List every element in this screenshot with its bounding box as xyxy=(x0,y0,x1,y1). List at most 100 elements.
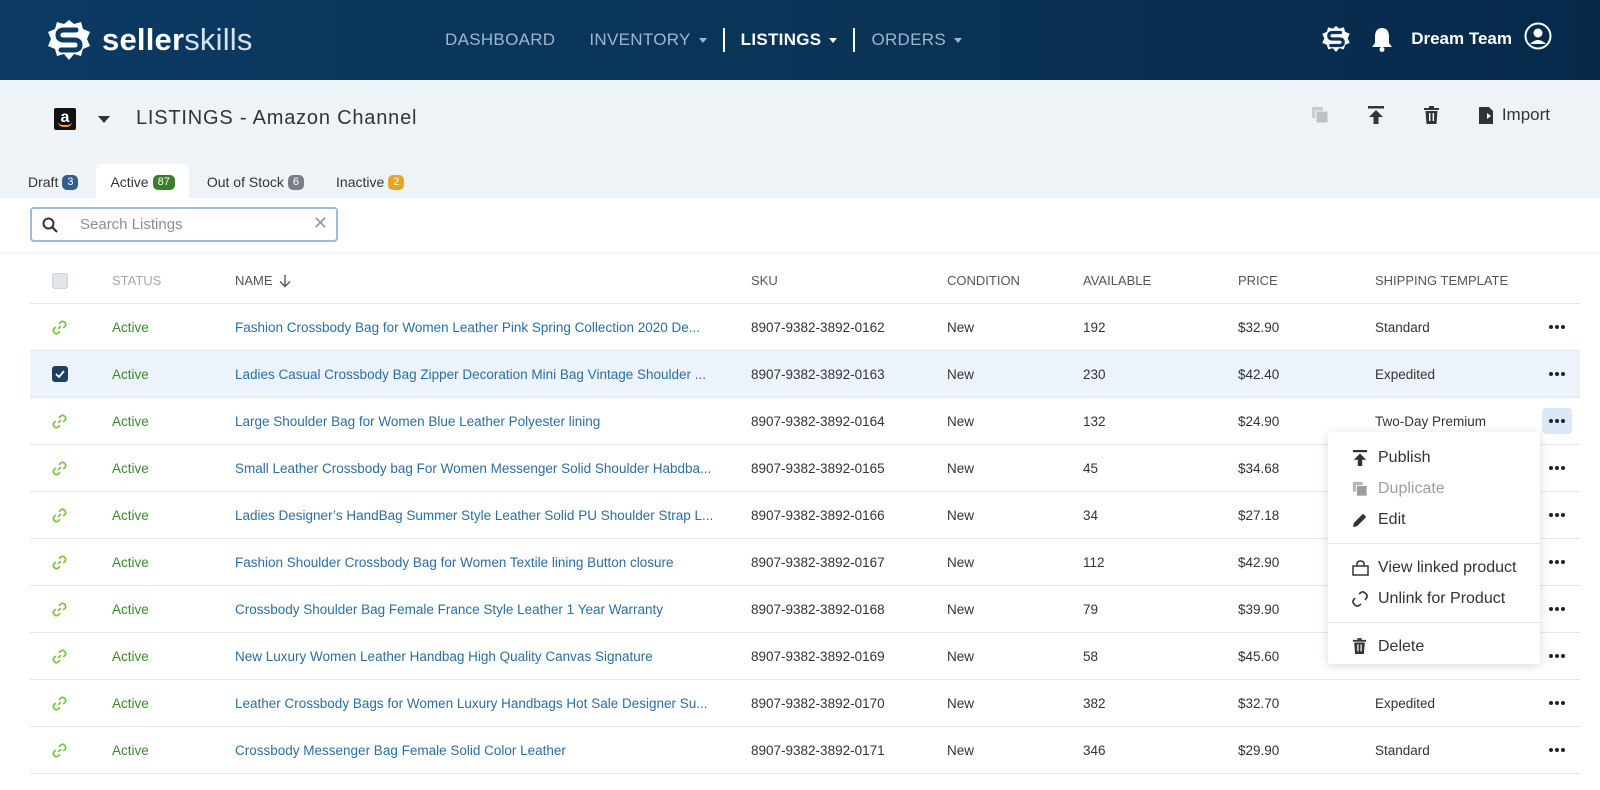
linked-product-icon[interactable] xyxy=(52,601,67,617)
linked-product-icon[interactable] xyxy=(52,742,67,758)
available-text: 346 xyxy=(1083,742,1106,758)
column-header-condition[interactable]: CONDITION xyxy=(947,258,1020,303)
row-actions-button[interactable] xyxy=(1542,643,1572,669)
user-avatar-icon[interactable] xyxy=(1524,22,1552,55)
channel-dropdown-caret-icon[interactable] xyxy=(98,116,110,123)
sku-text: 8907-9382-3892-0164 xyxy=(751,413,885,429)
menu-unlink-product[interactable]: Unlink for Product xyxy=(1328,583,1540,614)
column-header-status[interactable]: STATUS xyxy=(112,258,161,303)
row-actions-button[interactable] xyxy=(1542,690,1572,716)
linked-product-icon[interactable] xyxy=(52,460,67,476)
menu-publish[interactable]: Publish xyxy=(1328,442,1540,473)
main-nav: DASHBOARD INVENTORY LISTINGS ORDERS xyxy=(445,0,996,80)
nav-inventory[interactable]: INVENTORY xyxy=(589,30,707,50)
more-horizontal-icon xyxy=(1547,654,1566,658)
caret-down-icon xyxy=(954,37,962,43)
row-actions-button[interactable] xyxy=(1542,361,1572,387)
row-actions-button[interactable] xyxy=(1542,737,1572,763)
listing-name-link[interactable]: New Luxury Women Leather Handbag High Qu… xyxy=(235,649,653,664)
price-text: $32.90 xyxy=(1238,319,1280,335)
linked-product-icon[interactable] xyxy=(52,695,67,711)
linked-product-icon[interactable] xyxy=(52,319,67,335)
price-text: $42.90 xyxy=(1238,554,1280,570)
menu-divider xyxy=(1328,622,1540,623)
linked-product-icon[interactable] xyxy=(52,507,67,523)
nav-listings[interactable]: LISTINGS xyxy=(741,30,838,50)
available-text: 45 xyxy=(1083,460,1099,476)
listing-name-link[interactable]: Crossbody Messenger Bag Female Solid Col… xyxy=(235,743,566,758)
listing-name-link[interactable]: Large Shoulder Bag for Women Blue Leathe… xyxy=(235,414,600,429)
user-name[interactable]: Dream Team xyxy=(1411,29,1512,49)
search-box: ✕ xyxy=(30,207,338,242)
tab-draft[interactable]: Draft 3 xyxy=(14,164,92,200)
condition-text: New xyxy=(947,413,975,429)
delete-button[interactable] xyxy=(1423,105,1440,125)
clear-search-icon[interactable]: ✕ xyxy=(313,213,328,234)
table-row[interactable]: Active Crossbody Messenger Bag Female So… xyxy=(30,727,1580,774)
more-horizontal-icon xyxy=(1547,748,1566,752)
listing-name-link[interactable]: Fashion Shoulder Crossbody Bag for Women… xyxy=(235,555,674,570)
row-actions-menu: Publish Duplicate Edit View linked produ… xyxy=(1328,432,1540,664)
listing-name-link[interactable]: Ladies Casual Crossbody Bag Zipper Decor… xyxy=(235,367,706,382)
duplicate-button[interactable] xyxy=(1311,106,1329,124)
amazon-channel-icon[interactable]: a xyxy=(54,108,76,130)
menu-delete[interactable]: Delete xyxy=(1328,631,1540,662)
table-row[interactable]: Active Leather Crossbody Bags for Women … xyxy=(30,680,1580,727)
tab-inactive[interactable]: Inactive 2 xyxy=(322,164,418,200)
table-row[interactable]: Active Ladies Casual Crossbody Bag Zippe… xyxy=(30,351,1580,398)
linked-product-icon[interactable] xyxy=(52,413,67,429)
column-header-shipping-template[interactable]: SHIPPING TEMPLATE xyxy=(1375,258,1508,303)
nav-orders[interactable]: ORDERS xyxy=(871,30,962,50)
price-text: $27.18 xyxy=(1238,507,1280,523)
linked-product-icon[interactable] xyxy=(52,554,67,570)
available-text: 112 xyxy=(1083,554,1105,570)
column-header-price[interactable]: PRICE xyxy=(1238,258,1278,303)
count-badge: 6 xyxy=(287,174,305,190)
shipping-template-text: Expedited xyxy=(1375,695,1436,711)
select-all-checkbox[interactable] xyxy=(52,272,68,289)
column-header-name[interactable]: NAME xyxy=(235,258,715,303)
menu-view-linked-product[interactable]: View linked product xyxy=(1328,552,1540,583)
row-actions-button[interactable] xyxy=(1542,502,1572,528)
column-header-available[interactable]: AVAILABLE xyxy=(1083,258,1151,303)
row-actions-button[interactable] xyxy=(1542,314,1572,340)
pencil-icon xyxy=(1353,513,1367,527)
sku-text: 8907-9382-3892-0167 xyxy=(751,554,885,570)
tab-active[interactable]: Active 87 xyxy=(96,164,189,200)
row-actions-button[interactable] xyxy=(1542,455,1572,481)
status-text: Active xyxy=(112,601,149,617)
import-button[interactable]: Import xyxy=(1478,105,1550,125)
listing-name-link[interactable]: Small Leather Crossbody bag For Women Me… xyxy=(235,461,711,476)
count-badge: 87 xyxy=(152,174,175,190)
publish-button[interactable] xyxy=(1367,105,1385,125)
row-checkbox[interactable] xyxy=(52,366,68,382)
brand-logo[interactable]: sellerskills xyxy=(46,18,253,62)
caret-down-icon xyxy=(829,37,838,43)
nav-dashboard[interactable]: DASHBOARD xyxy=(445,30,555,50)
listing-name-link[interactable]: Fashion Crossbody Bag for Women Leather … xyxy=(235,320,700,335)
listing-name-link[interactable]: Ladies Designer’s HandBag Summer Style L… xyxy=(235,508,713,523)
sku-text: 8907-9382-3892-0166 xyxy=(751,507,885,523)
column-header-sku[interactable]: SKU xyxy=(751,258,778,303)
listing-name-link[interactable]: Leather Crossbody Bags for Women Luxury … xyxy=(235,696,708,711)
status-text: Active xyxy=(112,648,149,664)
bell-icon[interactable] xyxy=(1371,26,1393,52)
available-text: 230 xyxy=(1083,366,1106,382)
table-row[interactable]: Active Fashion Crossbody Bag for Women L… xyxy=(30,304,1580,351)
row-actions-button[interactable] xyxy=(1542,596,1572,622)
available-text: 382 xyxy=(1083,695,1106,711)
sync-logo-icon[interactable] xyxy=(1321,24,1351,54)
listing-name-link[interactable]: Crossbody Shoulder Bag Female France Sty… xyxy=(235,602,663,617)
tab-out-of-stock[interactable]: Out of Stock 6 xyxy=(193,164,318,200)
import-icon xyxy=(1478,106,1493,124)
search-input[interactable] xyxy=(80,216,300,233)
menu-edit[interactable]: Edit xyxy=(1328,504,1540,535)
sort-down-arrow-icon xyxy=(279,274,291,287)
menu-duplicate[interactable]: Duplicate xyxy=(1328,473,1540,504)
table-header-row: STATUS NAME SKU CONDITION AVAILABLE PRIC… xyxy=(30,258,1580,304)
more-horizontal-icon xyxy=(1547,607,1566,611)
row-actions-button[interactable] xyxy=(1542,549,1572,575)
linked-product-icon[interactable] xyxy=(52,648,67,664)
row-actions-button[interactable] xyxy=(1542,408,1572,434)
top-navigation-bar: sellerskills DASHBOARD INVENTORY LISTING… xyxy=(0,0,1600,80)
